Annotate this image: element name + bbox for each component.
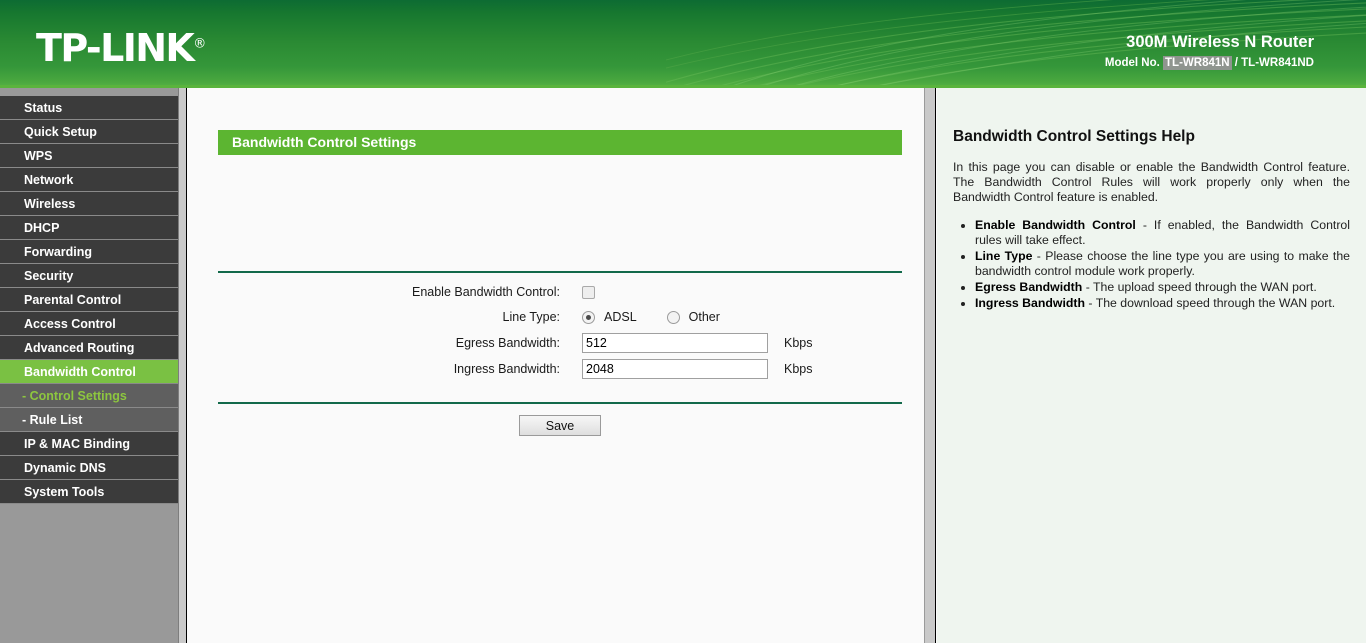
help-bullet-item: Enable Bandwidth Control - If enabled, t… <box>975 218 1350 248</box>
enable-bandwidth-control-label: Enable Bandwidth Control: <box>218 285 582 299</box>
page-body: StatusQuick SetupWPSNetworkWirelessDHCPF… <box>0 88 1366 643</box>
sidebar-item-dhcp[interactable]: DHCP <box>0 216 178 240</box>
help-bullet-description: - The download speed through the WAN por… <box>1085 296 1335 310</box>
help-bullet-list: Enable Bandwidth Control - If enabled, t… <box>953 218 1350 311</box>
model-suffix-label: / TL-WR841ND <box>1235 57 1314 69</box>
sidebar-item-forwarding[interactable]: Forwarding <box>0 240 178 264</box>
ingress-bandwidth-label: Ingress Bandwidth: <box>218 362 582 376</box>
help-intro-text: In this page you can disable or enable t… <box>953 160 1350 205</box>
sidebar-item-status[interactable]: Status <box>0 96 178 120</box>
form-row-egress: Egress Bandwidth: Kbps <box>218 330 908 355</box>
line-type-label-other: Other <box>689 310 720 324</box>
sidebar-item-control-settings[interactable]: - Control Settings <box>0 384 178 408</box>
model-number: Model No. TL-WR841N / TL-WR841ND <box>1105 57 1314 69</box>
sidebar-item-system-tools[interactable]: System Tools <box>0 480 178 504</box>
save-button[interactable]: Save <box>519 415 601 436</box>
form-row-line-type: Line Type: ADSL Other <box>218 305 908 329</box>
sidebar-item-rule-list[interactable]: - Rule List <box>0 408 178 432</box>
help-panel: Bandwidth Control Settings Help In this … <box>937 88 1366 643</box>
line-type-label: Line Type: <box>218 310 582 324</box>
ingress-bandwidth-unit: Kbps <box>784 362 813 376</box>
sidebar-item-ip-mac-binding[interactable]: IP & MAC Binding <box>0 432 178 456</box>
help-bullet-description: - The upload speed through the WAN port. <box>1082 280 1316 294</box>
line-type-label-adsl: ADSL <box>604 310 637 324</box>
egress-bandwidth-label: Egress Bandwidth: <box>218 336 582 350</box>
help-bullet-description: - Please choose the line type you are us… <box>975 249 1350 278</box>
main-content: Bandwidth Control Settings Enable Bandwi… <box>188 88 924 643</box>
help-bullet-term: Egress Bandwidth <box>975 280 1082 294</box>
sidebar-item-parental-control[interactable]: Parental Control <box>0 288 178 312</box>
registered-mark-icon: ® <box>193 36 206 51</box>
help-bullet-term: Ingress Bandwidth <box>975 296 1085 310</box>
form-row-enable: Enable Bandwidth Control: <box>218 280 908 304</box>
help-bullet-term: Enable Bandwidth Control <box>975 218 1136 232</box>
sidebar-navigation: StatusQuick SetupWPSNetworkWirelessDHCPF… <box>0 88 178 643</box>
egress-bandwidth-input[interactable] <box>582 333 768 353</box>
model-prefix-label: Model No. <box>1105 57 1160 69</box>
form-divider-top <box>218 271 902 273</box>
section-title-bar: Bandwidth Control Settings <box>218 130 902 155</box>
form-divider-bottom <box>218 402 902 404</box>
sidebar-item-security[interactable]: Security <box>0 264 178 288</box>
help-panel-scrollbar[interactable] <box>924 88 936 643</box>
sidebar-menu: StatusQuick SetupWPSNetworkWirelessDHCPF… <box>0 88 178 504</box>
logo-text: TP-LINK <box>36 26 193 70</box>
egress-bandwidth-unit: Kbps <box>784 336 813 350</box>
line-type-radio-adsl[interactable] <box>582 311 595 324</box>
help-bullet-item: Egress Bandwidth - The upload speed thro… <box>975 280 1350 295</box>
sidebar-item-bandwidth-control[interactable]: Bandwidth Control <box>0 360 178 384</box>
bandwidth-control-form: Enable Bandwidth Control: Line Type: ADS… <box>218 280 908 382</box>
sidebar-item-network[interactable]: Network <box>0 168 178 192</box>
help-bullet-term: Line Type <box>975 249 1032 263</box>
page-header: TP-LINK® 300M Wireless N Router Model No… <box>0 0 1366 88</box>
sidebar-item-advanced-routing[interactable]: Advanced Routing <box>0 336 178 360</box>
sidebar-scrollbar[interactable] <box>178 88 187 643</box>
help-bullet-item: Line Type - Please choose the line type … <box>975 249 1350 279</box>
sidebar-item-access-control[interactable]: Access Control <box>0 312 178 336</box>
save-button-container: Save <box>218 415 902 436</box>
sidebar-item-quick-setup[interactable]: Quick Setup <box>0 120 178 144</box>
ingress-bandwidth-input[interactable] <box>582 359 768 379</box>
model-selected-value: TL-WR841N <box>1163 56 1232 70</box>
help-title: Bandwidth Control Settings Help <box>953 128 1350 146</box>
sidebar-item-dynamic-dns[interactable]: Dynamic DNS <box>0 456 178 480</box>
enable-bandwidth-control-checkbox[interactable] <box>582 286 595 299</box>
sidebar-item-wireless[interactable]: Wireless <box>0 192 178 216</box>
product-name: 300M Wireless N Router <box>1126 33 1314 52</box>
form-row-ingress: Ingress Bandwidth: Kbps <box>218 356 908 381</box>
sidebar-item-wps[interactable]: WPS <box>0 144 178 168</box>
help-bullet-item: Ingress Bandwidth - The download speed t… <box>975 296 1350 311</box>
tplink-logo: TP-LINK® <box>36 26 206 70</box>
line-type-radio-other[interactable] <box>667 311 680 324</box>
